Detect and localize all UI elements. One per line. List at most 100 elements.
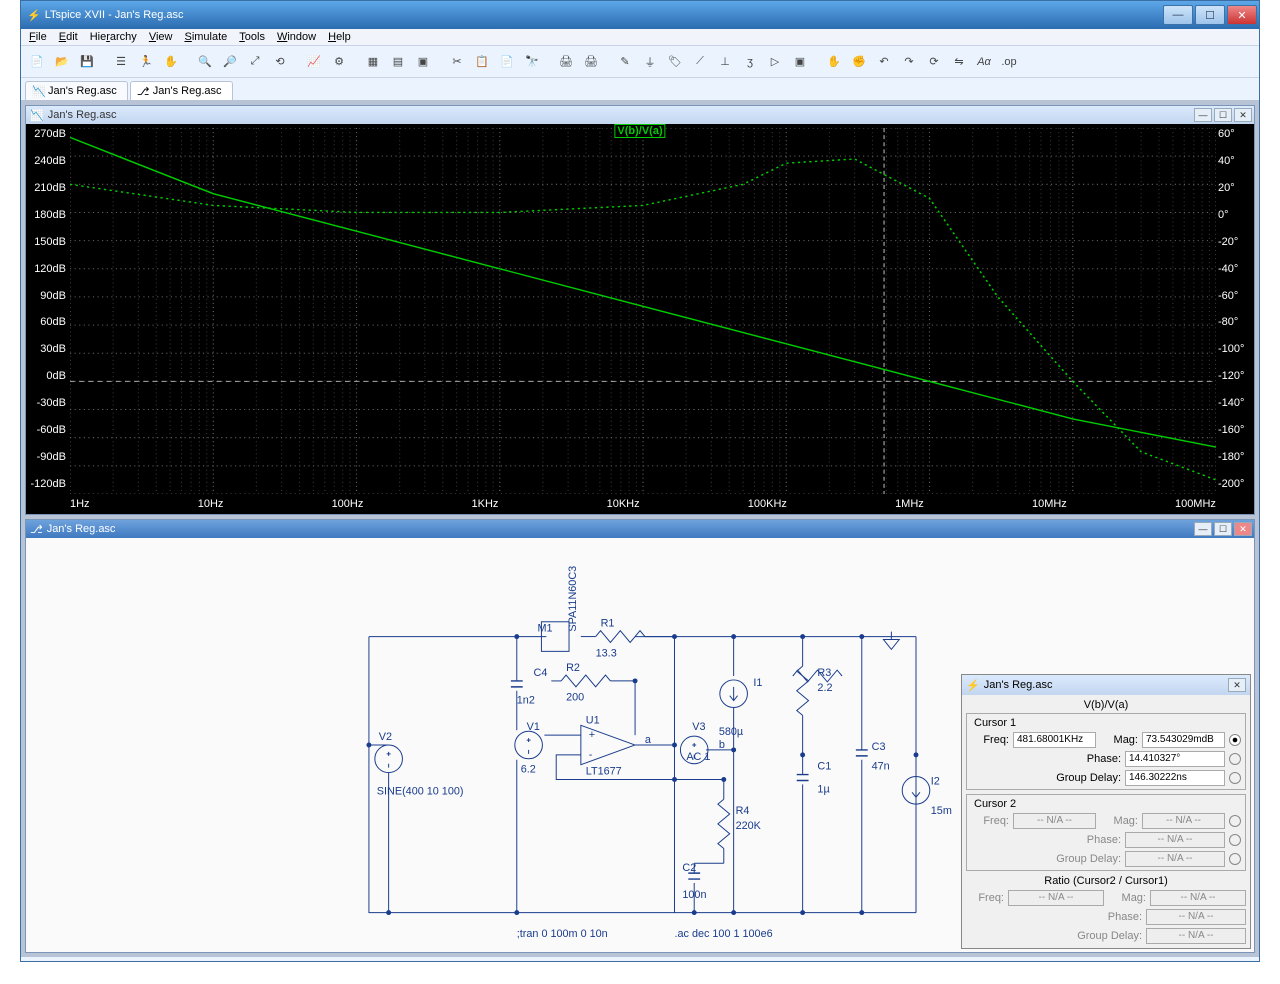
- cut-icon[interactable]: ✂: [446, 51, 468, 73]
- tab-schematic[interactable]: ⎇ Jan's Reg.asc: [130, 81, 233, 100]
- menu-window[interactable]: Window: [277, 31, 316, 43]
- svg-text:AC 1: AC 1: [686, 751, 710, 763]
- window-title: LTspice XVII - Jan's Reg.asc: [45, 9, 184, 21]
- diode-icon[interactable]: ▷: [764, 51, 786, 73]
- svg-text:6.2: 6.2: [521, 764, 536, 776]
- open-file-icon[interactable]: 📂: [51, 51, 73, 73]
- y-axis-right: 60°40°20°0°-20°-40°-60°-80°-100°-120°-14…: [1216, 124, 1254, 494]
- tab-plot[interactable]: 📉 Jan's Reg.asc: [25, 81, 128, 100]
- plot-minimize-button[interactable]: —: [1194, 108, 1212, 122]
- cursor-panel-title[interactable]: ⚡ Jan's Reg.asc ✕: [962, 675, 1250, 695]
- menu-simulate[interactable]: Simulate: [184, 31, 227, 43]
- svg-text:1n2: 1n2: [517, 695, 535, 707]
- svg-text:+: +: [589, 729, 595, 741]
- resistor-icon[interactable]: ⟋: [689, 51, 711, 73]
- undo-icon[interactable]: ↶: [873, 51, 895, 73]
- svg-text:R1: R1: [601, 618, 615, 630]
- menubar: File Edit Hierarchy View Simulate Tools …: [21, 29, 1259, 46]
- app-body: 📉 Jan's Reg.asc — ☐ ✕ V(b)/V(a) 270dB240…: [21, 101, 1259, 957]
- halt-icon[interactable]: ✋: [160, 51, 182, 73]
- spice-directive-icon[interactable]: .op: [998, 51, 1020, 73]
- c1-phase[interactable]: 14.410327°: [1125, 751, 1225, 767]
- app-window: ⚡ LTspice XVII - Jan's Reg.asc — ☐ ✕ Fil…: [20, 0, 1260, 962]
- run-icon[interactable]: 🏃: [135, 51, 157, 73]
- find-icon[interactable]: 🔭: [521, 51, 543, 73]
- copy-icon[interactable]: 📋: [471, 51, 493, 73]
- svg-text:2.2: 2.2: [817, 682, 832, 694]
- svg-text:I2: I2: [931, 775, 940, 787]
- menu-file[interactable]: File: [29, 31, 47, 43]
- schem-minimize-button[interactable]: —: [1194, 522, 1212, 536]
- cursor-panel-close-button[interactable]: ✕: [1228, 678, 1246, 692]
- svg-text:.ac dec 100 1 100e6: .ac dec 100 1 100e6: [675, 928, 773, 940]
- svg-text:C2: C2: [682, 862, 696, 874]
- trace-label[interactable]: V(b)/V(a): [614, 124, 665, 138]
- mirror-icon[interactable]: ⇋: [948, 51, 970, 73]
- cursor1-group: Cursor 1 Freq: 481.68001KHz Mag: 73.5430…: [966, 713, 1246, 790]
- svg-text:LT1677: LT1677: [586, 766, 622, 778]
- cursor-panel[interactable]: ⚡ Jan's Reg.asc ✕ V(b)/V(a) Cursor 1 Fre…: [961, 674, 1251, 949]
- save-icon[interactable]: 💾: [76, 51, 98, 73]
- c1-phase-radio[interactable]: [1229, 753, 1241, 765]
- print-setup-icon[interactable]: 🖨: [580, 51, 602, 73]
- move-icon[interactable]: ✋: [823, 51, 845, 73]
- c1-mag[interactable]: 73.543029mdB: [1142, 732, 1225, 748]
- label-icon[interactable]: 🏷: [664, 51, 686, 73]
- c2-phase: -- N/A --: [1125, 832, 1225, 848]
- svg-text:R3: R3: [817, 667, 831, 679]
- plot-svg[interactable]: [70, 128, 1216, 494]
- inductor-icon[interactable]: ʒ: [739, 51, 761, 73]
- menu-tools[interactable]: Tools: [239, 31, 265, 43]
- svg-text:M1: M1: [537, 623, 552, 635]
- menu-help[interactable]: Help: [328, 31, 351, 43]
- new-schematic-icon[interactable]: 📄: [26, 51, 48, 73]
- drag-icon[interactable]: ✊: [848, 51, 870, 73]
- menu-edit[interactable]: Edit: [59, 31, 78, 43]
- svg-text:220K: 220K: [736, 820, 762, 832]
- paste-icon[interactable]: 📄: [496, 51, 518, 73]
- plot-area[interactable]: V(b)/V(a) 270dB240dB210dB180dB150dB120dB…: [26, 124, 1254, 514]
- c1-gd-radio[interactable]: [1229, 772, 1241, 784]
- component-icon[interactable]: ▣: [789, 51, 811, 73]
- cursor2-group: Cursor 2 Freq: -- N/A -- Mag: -- N/A -- …: [966, 794, 1246, 871]
- tile-icon[interactable]: ▦: [362, 51, 384, 73]
- schem-tab-icon: ⎇: [137, 85, 149, 97]
- wire-icon[interactable]: ✎: [614, 51, 636, 73]
- schem-close-button[interactable]: ✕: [1234, 522, 1252, 536]
- redo-icon[interactable]: ↷: [898, 51, 920, 73]
- zoom-back-icon[interactable]: ⟲: [269, 51, 291, 73]
- y-axis-left: 270dB240dB210dB180dB150dB120dB90dB60dB30…: [26, 124, 70, 494]
- plot-icon: 📉: [30, 109, 44, 122]
- text-icon[interactable]: Aα: [973, 51, 995, 73]
- svg-text:V1: V1: [527, 721, 540, 733]
- panel-icon[interactable]: ☰: [110, 51, 132, 73]
- c1-gd[interactable]: 146.30222ns: [1125, 770, 1225, 786]
- plot-maximize-button[interactable]: ☐: [1214, 108, 1232, 122]
- cascade-icon[interactable]: ▤: [387, 51, 409, 73]
- c2-mag: -- N/A --: [1142, 813, 1225, 829]
- plot-close-button[interactable]: ✕: [1234, 108, 1252, 122]
- zoom-fit-icon[interactable]: ⤢: [244, 51, 266, 73]
- svg-text:I1: I1: [753, 677, 762, 689]
- c1-mag-radio[interactable]: [1229, 734, 1241, 746]
- capacitor-icon[interactable]: ⊥: [714, 51, 736, 73]
- print-icon[interactable]: 🖨: [555, 51, 577, 73]
- minimize-button[interactable]: —: [1163, 5, 1193, 25]
- c1-freq[interactable]: 481.68001KHz: [1013, 732, 1096, 748]
- zoom-in-icon[interactable]: 🔍: [194, 51, 216, 73]
- close-button[interactable]: ✕: [1227, 5, 1257, 25]
- c2-freq: -- N/A --: [1013, 813, 1096, 829]
- ground-icon[interactable]: ⏚: [639, 51, 661, 73]
- zoom-out-icon[interactable]: 🔎: [219, 51, 241, 73]
- close-win-icon[interactable]: ▣: [412, 51, 434, 73]
- svg-text:;tran 0 100m 0 10n: ;tran 0 100m 0 10n: [517, 928, 608, 940]
- maximize-button[interactable]: ☐: [1195, 5, 1225, 25]
- schem-maximize-button[interactable]: ☐: [1214, 522, 1232, 536]
- menu-hierarchy[interactable]: Hierarchy: [90, 31, 137, 43]
- settings-icon[interactable]: ⚙: [328, 51, 350, 73]
- rotate-icon[interactable]: ⟳: [923, 51, 945, 73]
- svg-text:U1: U1: [586, 714, 600, 726]
- plot-title: Jan's Reg.asc: [48, 109, 117, 121]
- menu-view[interactable]: View: [149, 31, 173, 43]
- autorange-icon[interactable]: 📈: [303, 51, 325, 73]
